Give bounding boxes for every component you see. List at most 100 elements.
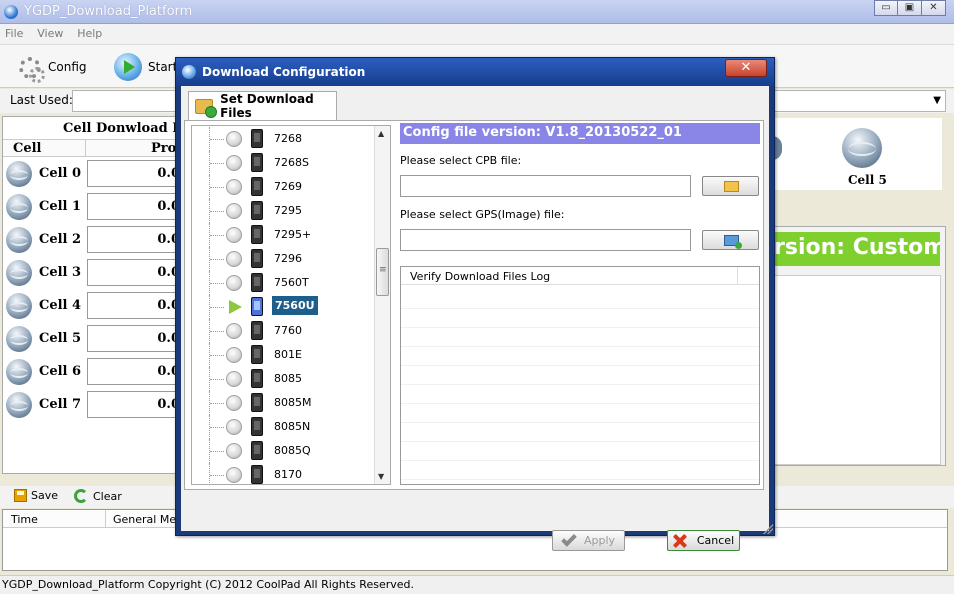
gps-file-input[interactable] bbox=[400, 229, 691, 251]
cell-row: Cell 1 0.0 bbox=[3, 190, 187, 223]
folder-add-icon bbox=[724, 235, 742, 249]
tree-item[interactable]: 8085Q bbox=[192, 439, 374, 463]
version-banner: rsion: Custom bbox=[772, 232, 940, 266]
tree-item-label: 7560T bbox=[274, 276, 309, 289]
globe-icon bbox=[6, 227, 32, 253]
tree-item[interactable]: 7295+ bbox=[192, 223, 374, 247]
tree-line bbox=[210, 379, 224, 380]
dropdown-arrow-icon[interactable]: ▼ bbox=[933, 95, 941, 106]
clear-label: Clear bbox=[93, 489, 122, 503]
start-button[interactable]: Start bbox=[114, 51, 177, 83]
tree-item[interactable]: 7268 bbox=[192, 127, 374, 151]
log-row-line bbox=[401, 479, 759, 480]
tree-item[interactable]: 7560T bbox=[192, 271, 374, 295]
tree-item[interactable]: 7560U bbox=[192, 295, 374, 319]
menu-help[interactable]: Help bbox=[72, 24, 107, 40]
menu-view[interactable]: View bbox=[32, 24, 68, 40]
phone-icon bbox=[251, 201, 263, 220]
tree-item-label: 7295 bbox=[274, 204, 302, 217]
tree-line bbox=[210, 355, 224, 356]
phone-icon bbox=[251, 129, 263, 148]
cell-panel-title: Cell Donwload Pro bbox=[63, 121, 198, 136]
clear-button[interactable]: Clear bbox=[74, 489, 122, 503]
tree-item[interactable]: 8170 bbox=[192, 463, 374, 484]
dialog-close-button[interactable]: ✕ bbox=[725, 59, 767, 77]
gps-label: Please select GPS(Image) file: bbox=[400, 208, 565, 221]
cancel-button[interactable]: Cancel bbox=[667, 530, 740, 551]
apply-button[interactable]: Apply bbox=[552, 530, 625, 551]
cell-progress: 0.0 bbox=[87, 226, 187, 253]
tree-line bbox=[210, 331, 224, 332]
resize-grip[interactable] bbox=[763, 524, 773, 534]
cell-panel-header: Cell Proc bbox=[3, 139, 184, 157]
app-icon bbox=[4, 5, 18, 19]
cpb-browse-button[interactable] bbox=[702, 176, 759, 196]
scroll-down-icon[interactable]: ▼ bbox=[378, 472, 384, 481]
log-row-line bbox=[401, 327, 759, 328]
tree-line bbox=[210, 235, 224, 236]
cell-row: Cell 7 0.0 bbox=[3, 388, 187, 421]
menu-file[interactable]: File bbox=[0, 24, 28, 40]
save-icon bbox=[14, 489, 27, 502]
tab-set-download-files[interactable]: Set Download Files bbox=[188, 91, 337, 120]
phone-icon bbox=[251, 321, 263, 340]
verify-log-title: Verify Download Files Log bbox=[410, 270, 551, 283]
tree-item[interactable]: 7268S bbox=[192, 151, 374, 175]
status-bar: YGDP_Download_Platform Copyright (C) 201… bbox=[0, 575, 954, 594]
gear-icon bbox=[16, 54, 45, 83]
phone-icon bbox=[251, 465, 263, 484]
check-icon bbox=[561, 530, 577, 547]
folder-open-icon bbox=[724, 181, 739, 192]
close-button[interactable]: ✕ bbox=[922, 0, 946, 16]
gps-browse-button[interactable] bbox=[702, 230, 759, 250]
main-titlebar: YGDP_Download_Platform ▭ ▣ ✕ bbox=[0, 0, 954, 24]
tree-item[interactable]: 7760 bbox=[192, 319, 374, 343]
log-row-line bbox=[401, 384, 759, 385]
maximize-button[interactable]: ▣ bbox=[898, 0, 922, 16]
tree-item[interactable]: 7295 bbox=[192, 199, 374, 223]
phone-icon bbox=[251, 345, 263, 364]
cpb-file-input[interactable] bbox=[400, 175, 691, 197]
apply-label: Apply bbox=[583, 534, 616, 547]
tree-line bbox=[210, 307, 224, 308]
cell-name: Cell 5 bbox=[39, 331, 82, 346]
phone-icon bbox=[251, 273, 263, 292]
tree-item[interactable]: 7296 bbox=[192, 247, 374, 271]
window-controls: ▭ ▣ ✕ bbox=[874, 0, 946, 16]
log-row-line bbox=[401, 403, 759, 404]
tree-line bbox=[210, 427, 224, 428]
cell-name: Cell 6 bbox=[39, 364, 82, 379]
status-circle-icon bbox=[226, 347, 242, 363]
log-row-line bbox=[401, 365, 759, 366]
tree-item[interactable]: 8085 bbox=[192, 367, 374, 391]
tree-item[interactable]: 801E bbox=[192, 343, 374, 367]
save-button[interactable]: Save bbox=[14, 489, 58, 502]
tree-scrollbar[interactable]: ▲ ▼ bbox=[374, 126, 390, 484]
tree-line bbox=[210, 259, 224, 260]
minimize-button[interactable]: ▭ bbox=[874, 0, 898, 16]
cell-progress: 0.0 bbox=[87, 160, 187, 187]
scroll-up-icon[interactable]: ▲ bbox=[378, 129, 384, 138]
phone-icon bbox=[251, 225, 263, 244]
tree-item-label: 7296 bbox=[274, 252, 302, 265]
col-cell-header: Cell bbox=[13, 141, 42, 156]
column-divider bbox=[105, 510, 106, 527]
cell-download-panel: Cell Donwload Pro Cell Proc Cell 0 0.0 Ce… bbox=[2, 116, 198, 474]
log-row-line bbox=[401, 460, 759, 461]
close-icon bbox=[673, 534, 687, 548]
device-tree: 7268 7268S 7269 7295 7295+ 7296 7560T 7560U 7760… bbox=[191, 125, 391, 485]
cell5-label: Cell 5 bbox=[848, 173, 887, 187]
tree-item[interactable]: 8085M bbox=[192, 391, 374, 415]
config-button[interactable]: Config bbox=[16, 51, 87, 83]
tree-item-label: 8170 bbox=[274, 468, 302, 481]
tree-item-label: 8085M bbox=[274, 396, 312, 409]
log-row-line bbox=[401, 441, 759, 442]
tree-item[interactable]: 8085N bbox=[192, 415, 374, 439]
tab-content: 7268 7268S 7269 7295 7295+ 7296 7560T 7560U 7760… bbox=[184, 120, 764, 490]
version-content bbox=[773, 275, 941, 465]
scroll-thumb[interactable] bbox=[376, 248, 389, 296]
phone-icon bbox=[251, 297, 263, 316]
play-icon bbox=[114, 53, 142, 81]
tree-item[interactable]: 7269 bbox=[192, 175, 374, 199]
cell-progress: 0.0 bbox=[87, 292, 187, 319]
